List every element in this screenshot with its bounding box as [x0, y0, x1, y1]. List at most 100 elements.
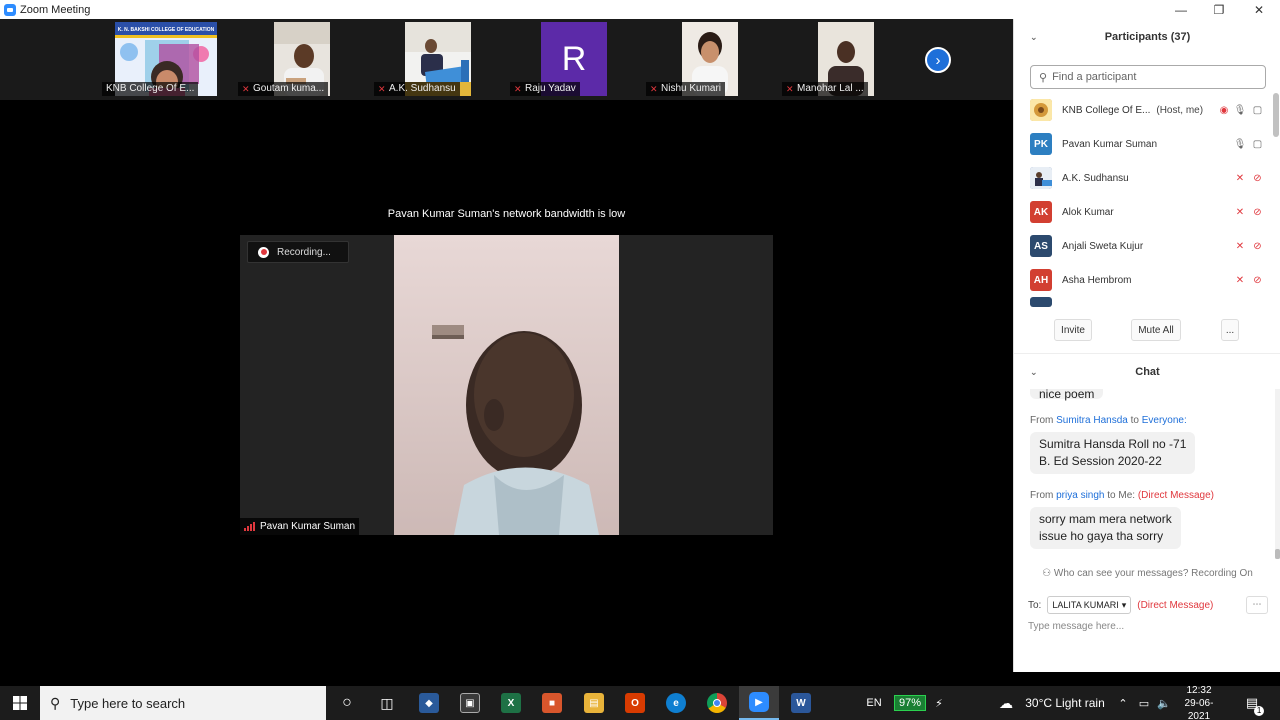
mic-muted-icon[interactable]: ✕ [1235, 274, 1245, 286]
recipient-name[interactable]: Everyone: [1142, 415, 1187, 426]
app-icon[interactable]: ◆ [418, 686, 440, 720]
chrome-icon[interactable] [706, 686, 728, 720]
avatar [1030, 99, 1052, 121]
edge-icon[interactable]: e [665, 686, 687, 720]
chevron-up-icon[interactable]: ⌃ [1116, 686, 1130, 720]
network-icon[interactable]: ▭ [1136, 686, 1152, 720]
sender-name[interactable]: Sumitra Hansda [1056, 415, 1128, 426]
mic-muted-icon[interactable]: ✕ [1235, 206, 1245, 218]
message-meta: From Sumitra Hansda to Everyone: [1030, 415, 1187, 426]
camera-off-icon[interactable]: ⊘ [1251, 240, 1264, 252]
thumbnail-tile[interactable]: ✕ Manohar Lal ... [780, 21, 912, 98]
thumbnail-tile[interactable]: R ✕ Raju Yadav [508, 21, 640, 98]
thumbnail-name: ✕ Manohar Lal ... [782, 82, 868, 96]
people-icon: ⚇ [1042, 568, 1052, 579]
weather-widget[interactable]: 30°C Light rain [1019, 686, 1111, 720]
minimize-button[interactable]: — [1162, 0, 1200, 19]
media-app-icon[interactable]: ■ [541, 686, 563, 720]
thumbnail-name: ✕ A.K. Sudhansu [374, 82, 460, 96]
thumbnail-name: ✕ Nishu Kumari [646, 82, 726, 96]
mic-muted-icon: ✕ [786, 84, 794, 94]
participant-scrollbar[interactable] [1273, 93, 1279, 307]
camera-off-icon[interactable]: ⊘ [1251, 274, 1264, 286]
camera-icon[interactable]: ▢ [1251, 138, 1264, 150]
notification-center-icon[interactable]: ▤ 1 [1240, 686, 1265, 720]
invite-button[interactable]: Invite [1054, 319, 1092, 341]
bandwidth-notice: Pavan Kumar Suman's network bandwidth is… [387, 208, 626, 220]
participant-row[interactable]: AS Anjali Sweta Kujur ✕ ⊘ [1014, 229, 1272, 263]
thumbnail-tile[interactable]: ✕ A.K. Sudhansu [372, 21, 504, 98]
mic-muted-icon: ✕ [514, 84, 522, 94]
close-button[interactable]: ✕ [1240, 0, 1278, 19]
avatar [1030, 297, 1052, 307]
word-icon[interactable]: W [790, 686, 812, 720]
office-icon[interactable]: O [624, 686, 646, 720]
participant-thumbnail-strip: K. N. BAKSHI COLLEGE OF EDUCATION KNB Co… [0, 19, 1013, 100]
chat-scrollbar[interactable] [1275, 389, 1280, 559]
recipient-select[interactable]: LALITA KUMARI ▾ [1047, 596, 1132, 614]
battery-indicator[interactable]: 97% [889, 686, 931, 720]
message-visibility-note[interactable]: ⚇ Who can see your messages? Recording O… [1014, 568, 1280, 579]
participant-row[interactable]: PK Pavan Kumar Suman 🎙 ▢ [1014, 127, 1272, 161]
chat-header: ⌄ Chat [1014, 353, 1280, 389]
record-icon [258, 246, 269, 258]
participant-name: A.K. Sudhansu [1062, 172, 1129, 184]
thumbnail-name: ✕ Raju Yadav [510, 82, 580, 96]
language-indicator[interactable]: EN [864, 686, 884, 720]
chat-input[interactable]: Type message here... [1028, 621, 1264, 641]
mute-all-button[interactable]: Mute All [1131, 319, 1181, 341]
participant-row[interactable]: AH Asha Hembrom ✕ ⊘ [1014, 263, 1272, 297]
collapse-chevron-icon[interactable]: ⌄ [1030, 367, 1038, 378]
participant-search-input[interactable]: ⚲ Find a participant [1030, 65, 1266, 89]
start-button[interactable] [8, 686, 32, 720]
recording-indicator[interactable]: Recording... [247, 241, 349, 263]
thumbnail-tile[interactable]: K. N. BAKSHI COLLEGE OF EDUCATION KNB Co… [100, 21, 232, 98]
cloud-rain-icon: ☁ [999, 694, 1013, 711]
thumbnail-tile[interactable]: ✕ Goutam kuma... [236, 21, 368, 98]
window-title: Zoom Meeting [20, 3, 91, 16]
maximize-button[interactable]: ❐ [1200, 0, 1238, 19]
title-bar: Zoom Meeting — ❐ ✕ [0, 0, 1280, 19]
participant-row[interactable]: AK Alok Kumar ✕ ⊘ [1014, 195, 1272, 229]
avatar: AH [1030, 269, 1052, 291]
search-icon: ⚲ [1039, 71, 1048, 84]
store-icon[interactable]: ▣ [459, 686, 481, 720]
file-explorer-icon[interactable]: ▤ [583, 686, 605, 720]
thumbnail-tile[interactable]: ✕ Nishu Kumari [644, 21, 776, 98]
collapse-chevron-icon[interactable]: ⌄ [1030, 32, 1038, 43]
microphone-icon[interactable]: 🎙 [1234, 138, 1247, 150]
participant-list: KNB College Of E... (Host, me) ◉ 🎙 ▢ PK … [1014, 93, 1272, 307]
participant-row[interactable] [1014, 297, 1272, 307]
task-view-icon[interactable]: ◫ [376, 686, 398, 720]
thumbnail-name: KNB College Of E... [102, 82, 199, 96]
avatar [1030, 167, 1052, 189]
mic-muted-icon[interactable]: ✕ [1235, 172, 1245, 184]
meeting-stage: K. N. BAKSHI COLLEGE OF EDUCATION KNB Co… [0, 19, 1013, 672]
cortana-icon[interactable]: ○ [336, 686, 358, 720]
mic-muted-icon: ✕ [650, 84, 658, 94]
camera-off-icon[interactable]: ⊘ [1251, 206, 1264, 218]
zoom-window: Zoom Meeting — ❐ ✕ K. N. BAKSHI COLLEGE … [0, 0, 1280, 720]
participant-name: Alok Kumar [1062, 206, 1114, 218]
excel-icon[interactable]: X [500, 686, 522, 720]
avatar: AK [1030, 201, 1052, 223]
clock[interactable]: 12:32 29-06-2021 [1176, 685, 1222, 720]
recording-label: Recording... [277, 246, 331, 258]
sender-name[interactable]: priya singh [1056, 490, 1104, 501]
next-page-button[interactable]: › [925, 47, 951, 73]
camera-icon[interactable]: ▢ [1251, 104, 1264, 116]
recording-dot-icon: ◉ [1219, 104, 1229, 116]
microphone-icon[interactable]: 🎙 [1234, 104, 1247, 116]
camera-off-icon[interactable]: ⊘ [1251, 172, 1264, 184]
chat-bubble: nice poem [1030, 389, 1104, 400]
active-speaker-video: Recording... Pavan Kumar Suman [240, 235, 773, 535]
taskbar-search-box[interactable]: ⚲ Type here to search [40, 686, 326, 720]
thumbnail-name: ✕ Goutam kuma... [238, 82, 329, 96]
mic-muted-icon[interactable]: ✕ [1235, 240, 1245, 252]
participant-row[interactable]: A.K. Sudhansu ✕ ⊘ [1014, 161, 1272, 195]
chat-more-button[interactable]: ⋯ [1246, 596, 1268, 614]
volume-icon[interactable]: 🔈 [1156, 686, 1172, 720]
participant-row[interactable]: KNB College Of E... (Host, me) ◉ 🎙 ▢ [1014, 93, 1272, 127]
more-options-button[interactable]: ... [1221, 319, 1239, 341]
zoom-taskbar-icon[interactable]: ▶ [739, 686, 779, 720]
